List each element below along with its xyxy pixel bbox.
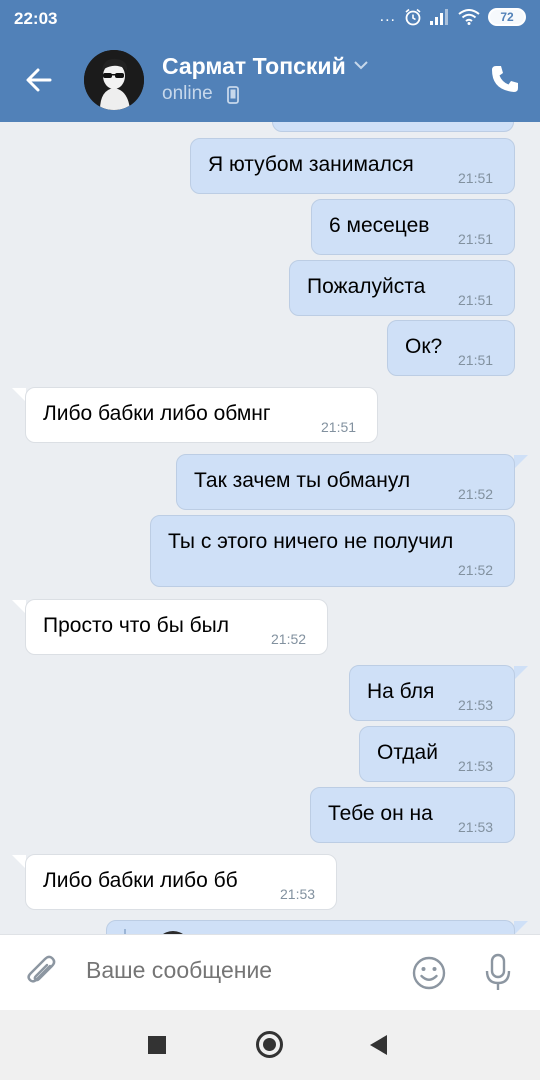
message-time: 21:53 [280, 886, 316, 902]
message-text: Либо бабки либо обмнг [43, 402, 271, 425]
home-icon [263, 1038, 276, 1051]
message-text: Ок? [405, 335, 443, 358]
message-bubble[interactable]: Ты с этого ничего не получил 21:52 [150, 515, 515, 587]
alarm-icon [405, 8, 421, 26]
message-bubble[interactable]: Я ютубом занимался 21:51 [190, 138, 515, 194]
message-time: 21:53 [458, 819, 494, 835]
message-text: Тебе он на [328, 802, 433, 825]
system-back-button[interactable] [370, 1035, 387, 1055]
message-time: 21:51 [321, 419, 357, 435]
bubble-tail [514, 666, 528, 680]
status-bar: 22:03 ... 72 [0, 0, 540, 38]
status-time: 22:03 [14, 9, 58, 28]
mobile-phone-icon [227, 86, 239, 104]
emoji-button[interactable] [411, 955, 447, 996]
message-bubble[interactable]: Тебе он на 21:53 [310, 787, 515, 843]
message-text: Пожалуйста [307, 275, 426, 298]
partial-message-top [272, 122, 514, 132]
battery-indicator: 72 [488, 8, 526, 26]
contact-name[interactable]: Сармат Топский [162, 53, 346, 80]
message-bubble[interactable]: На бля 21:53 [349, 665, 515, 721]
message-bubble[interactable]: Так зачем ты обманул 21:52 [176, 454, 515, 510]
message-bubble[interactable]: Отдай 21:53 [359, 726, 515, 782]
message-bubble[interactable]: Ок? 21:51 [387, 320, 515, 376]
recent-apps-button[interactable] [148, 1036, 166, 1054]
back-button[interactable] [20, 60, 60, 100]
wifi-icon [458, 9, 480, 25]
bubble-tail [12, 855, 26, 869]
message-bubble[interactable]: 6 месецев 21:51 [311, 199, 515, 255]
message-time: 21:51 [458, 352, 494, 368]
status-icons: ... 72 [380, 8, 526, 26]
message-time: 21:51 [458, 292, 494, 308]
partial-message-bottom [106, 920, 515, 934]
message-bubble[interactable]: Либо бабки либо бб 21:53 [25, 854, 337, 910]
more-notifications-indicator: ... [379, 8, 396, 25]
message-time: 21:52 [271, 631, 307, 647]
message-time: 21:51 [458, 170, 494, 186]
paperclip-icon [27, 955, 56, 983]
bubble-tail [514, 921, 528, 934]
microphone-icon [485, 953, 511, 990]
chat-header: Сармат Топский online [0, 38, 540, 122]
message-time: 21:53 [458, 697, 494, 713]
message-text: Ты с этого ничего не получил [168, 530, 454, 553]
bubble-tail [12, 388, 26, 402]
message-bubble[interactable]: Пожалуйста 21:51 [289, 260, 515, 316]
smiley-icon [412, 956, 446, 990]
message-list[interactable]: Я ютубом занимался 21:51 6 месецев 21:51… [0, 122, 540, 934]
voice-message-button[interactable] [483, 953, 513, 998]
message-bubble[interactable]: Просто что бы был 21:52 [25, 599, 328, 655]
message-text: Отдай [377, 741, 438, 764]
message-composer [0, 934, 540, 1010]
chevron-down-icon[interactable] [352, 58, 370, 72]
arrow-left-icon [26, 68, 52, 92]
bubble-tail [12, 600, 26, 614]
message-time: 21:51 [458, 231, 494, 247]
message-text: Либо бабки либо бб [43, 869, 238, 892]
message-bubble[interactable]: Либо бабки либо обмнг 21:51 [25, 387, 378, 443]
message-text: Просто что бы был [43, 614, 230, 637]
message-text: Я ютубом занимался [208, 153, 414, 176]
message-time: 21:52 [458, 562, 494, 578]
avatar[interactable] [84, 50, 144, 110]
message-text: 6 месецев [329, 214, 430, 237]
attach-button[interactable] [24, 953, 60, 996]
message-text: Так зачем ты обманул [194, 469, 411, 492]
bubble-tail [514, 455, 528, 469]
message-time: 21:52 [458, 486, 494, 502]
phone-icon [492, 66, 518, 92]
message-input[interactable] [86, 957, 386, 984]
signal-icon [430, 9, 448, 25]
message-text: На бля [367, 680, 435, 703]
avatar-image [84, 50, 144, 110]
home-button[interactable] [256, 1031, 283, 1058]
call-button[interactable] [488, 62, 522, 96]
contact-status: online [162, 83, 213, 104]
message-time: 21:53 [458, 758, 494, 774]
system-navigation-bar [0, 1010, 540, 1080]
